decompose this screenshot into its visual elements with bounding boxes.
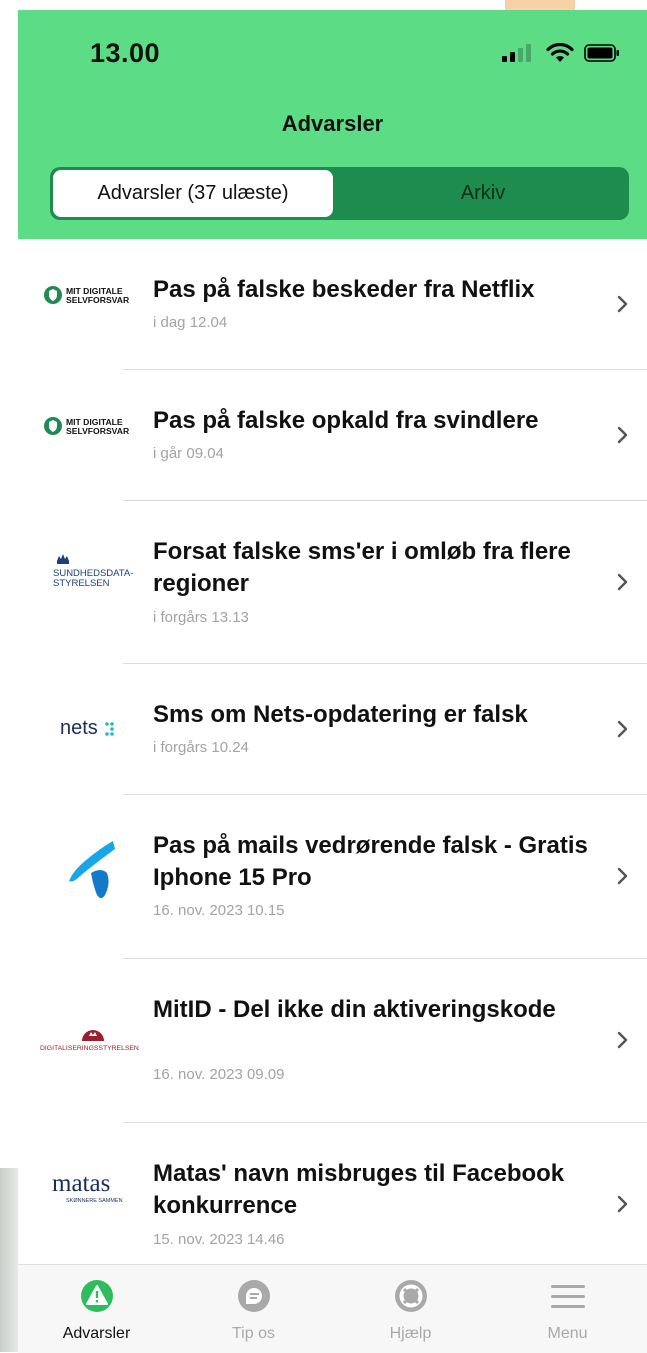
alert-title: Forsat falske sms'er i omløb fra flere r… <box>153 538 571 597</box>
tab-hjaelp[interactable]: Hjælp <box>332 1265 489 1353</box>
alert-row[interactable]: Pas på mails vedrørende falsk - Gratis I… <box>18 795 647 959</box>
svg-text:STYRELSEN: STYRELSEN <box>53 578 110 589</box>
chevron-right-icon <box>617 720 628 738</box>
telenor-icon <box>38 835 148 907</box>
svg-text:DIGITALISERINGSSTYRELSEN: DIGITALISERINGSSTYRELSEN <box>40 1045 139 1052</box>
battery-icon <box>584 44 619 62</box>
alert-date: i forgårs 13.13 <box>153 609 249 626</box>
alert-date: i dag 12.04 <box>153 314 228 331</box>
alert-date: 16. nov. 2023 10.15 <box>153 902 285 919</box>
svg-text:SELVFORSVAR: SELVFORSVAR <box>66 426 130 436</box>
alert-title: Pas på falske opkald fra svindlere <box>153 407 539 434</box>
header: 13.00 Advarsler Advarsler (37 ulæste) Ar… <box>18 10 647 239</box>
chevron-right-icon <box>617 295 628 313</box>
background-artifact <box>0 1168 18 1352</box>
chevron-right-icon <box>617 1031 628 1049</box>
svg-text:nets: nets <box>60 717 98 739</box>
chevron-right-icon <box>617 573 628 591</box>
status-icons <box>502 43 620 63</box>
mit-digitale-selvforsvar-logo: MIT DIGITALE SELVFORSVAR <box>38 415 148 437</box>
cellular-signal-icon <box>502 44 531 62</box>
alert-row[interactable]: MIT DIGITALE SELVFORSVAR Pas på falske o… <box>18 370 647 501</box>
alert-title: MitID - Del ikke din aktiveringskode <box>153 996 556 1023</box>
alert-row[interactable]: MIT DIGITALE SELVFORSVAR Pas på falske b… <box>18 239 647 370</box>
mit-digitale-selvforsvar-logo: MIT DIGITALE SELVFORSVAR <box>38 284 148 306</box>
alert-date: i forgårs 10.24 <box>153 739 249 756</box>
segmented-control: Advarsler (37 ulæste) Arkiv <box>50 167 629 220</box>
chevron-right-icon <box>617 867 628 885</box>
status-time: 13.00 <box>90 38 161 68</box>
digitaliseringsstyrelsen-logo: DIGITALISERINGSSTYRELSEN <box>38 1027 148 1053</box>
svg-text:SELVFORSVAR: SELVFORSVAR <box>66 295 130 305</box>
segment-arkiv[interactable]: Arkiv <box>340 170 626 217</box>
tab-advarsler[interactable]: Advarsler <box>18 1265 175 1353</box>
alert-row[interactable]: SUNDHEDSDATA- STYRELSEN Forsat falske sm… <box>18 501 647 664</box>
tab-label: Menu <box>547 1325 588 1342</box>
sundhedsdatastyrelsen-logo: SUNDHEDSDATA- STYRELSEN <box>38 551 148 591</box>
wifi-icon <box>546 43 574 62</box>
alert-title: Pas på falske beskeder fra Netflix <box>153 276 535 303</box>
alert-row[interactable]: nets Sms om Nets-opdatering er falsk i f… <box>18 664 647 795</box>
background-artifact <box>505 0 575 10</box>
alert-title: Sms om Nets-opdatering er falsk <box>153 701 528 728</box>
svg-text:SKØNNERE SAMMEN: SKØNNERE SAMMEN <box>66 1198 123 1204</box>
tab-label: Advarsler <box>62 1325 131 1342</box>
alert-title: Matas' navn misbruges til Facebook konku… <box>153 1160 565 1219</box>
menu-icon <box>550 1285 585 1308</box>
chat-icon <box>237 1280 270 1312</box>
alert-row[interactable]: DIGITALISERINGSSTYRELSEN MitID - Del ikk… <box>18 959 647 1123</box>
alert-title: Pas på mails vedrørende falsk - Gratis I… <box>153 832 588 891</box>
alert-date: 16. nov. 2023 09.09 <box>153 1066 285 1083</box>
tab-bar: Advarsler Tip os Hjælp Menu <box>18 1264 647 1353</box>
tab-label: Tip os <box>232 1325 275 1342</box>
nets-logo: nets <box>38 716 148 740</box>
tab-menu[interactable]: Menu <box>489 1265 646 1353</box>
lifebuoy-icon <box>394 1280 427 1312</box>
alert-date: 15. nov. 2023 14.46 <box>153 1231 285 1248</box>
alert-date: i går 09.04 <box>153 445 224 462</box>
segment-advarsler[interactable]: Advarsler (37 ulæste) <box>53 170 333 217</box>
chevron-right-icon <box>617 426 628 444</box>
tab-label: Hjælp <box>389 1325 432 1342</box>
chevron-right-icon <box>617 1195 628 1213</box>
alert-row[interactable]: matas SKØNNERE SAMMEN Matas' navn misbru… <box>18 1123 647 1264</box>
alert-icon <box>80 1280 113 1312</box>
matas-logo: matas SKØNNERE SAMMEN <box>38 1169 148 1207</box>
tab-tip-os[interactable]: Tip os <box>175 1265 332 1353</box>
svg-text:matas: matas <box>52 1170 110 1197</box>
page-title: Advarsler <box>281 111 384 136</box>
